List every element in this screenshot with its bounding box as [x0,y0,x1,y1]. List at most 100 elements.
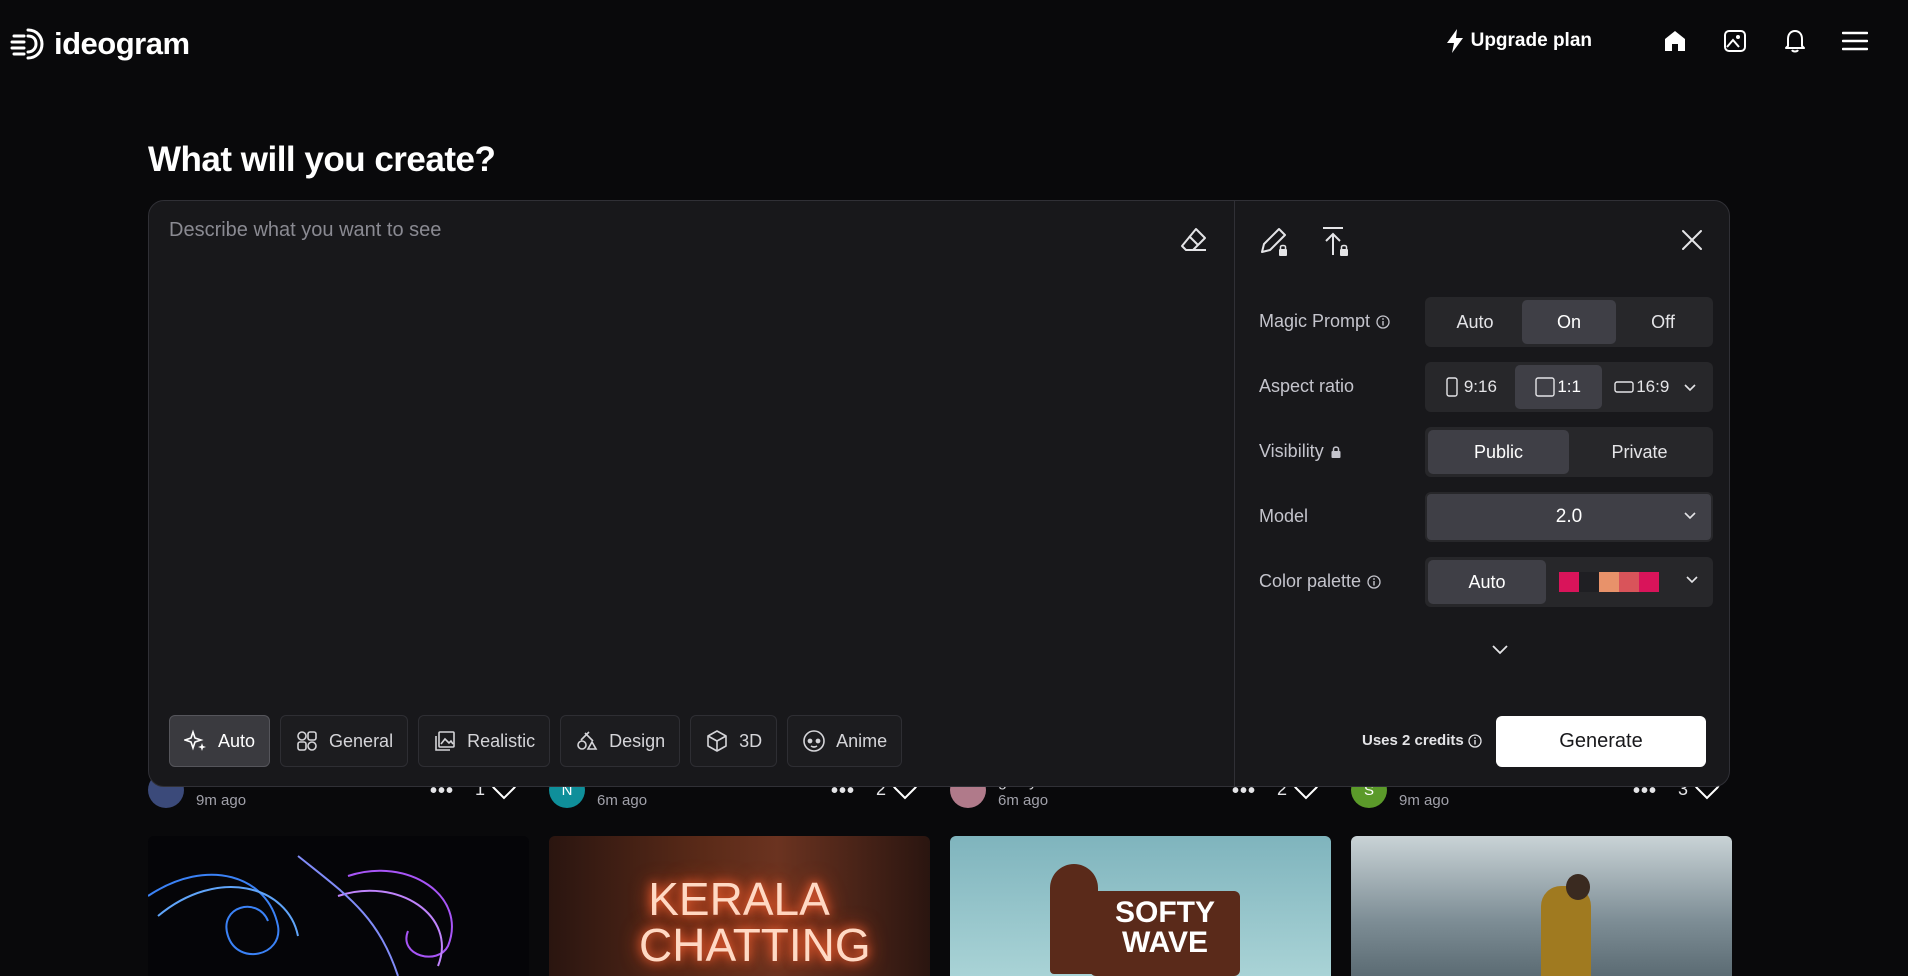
visibility-toggle: Public Private [1425,427,1713,477]
close-settings-button[interactable] [1679,227,1705,253]
menu-button[interactable] [1840,26,1870,56]
home-button[interactable] [1660,26,1690,56]
page-title: What will you create? [148,140,496,179]
home-icon [1665,31,1685,51]
upload-locked-button[interactable] [1319,225,1353,259]
model-text: Model [1259,506,1309,526]
style-label: Auto [218,730,256,751]
grid-icon [297,731,317,751]
magic-prompt-off-option[interactable]: Off [1616,300,1710,344]
prompt-area: Auto General Realistic Design 3D Anime [149,201,1234,786]
style-label: 3D [739,730,763,751]
model-label: Model [1259,506,1308,527]
aspect-16-9-option[interactable]: 16:9 [1602,365,1710,409]
color-palette-label: Color palette [1259,571,1381,592]
aspect-option-label: 1:1 [1557,377,1581,396]
square-ratio-icon [1535,377,1556,397]
image-icon [1724,30,1746,52]
model-value: 2.0 [1555,506,1583,527]
visibility-public-option[interactable]: Public [1428,430,1569,474]
magic-prompt-auto-option[interactable]: Auto [1428,300,1522,344]
magic-prompt-text: Magic Prompt [1259,311,1371,331]
upgrade-plan-link[interactable]: Upgrade plan [1445,28,1592,54]
lock-icon [1331,445,1341,458]
info-icon[interactable] [1367,574,1381,589]
color-swatch [1639,572,1659,592]
ideogram-logo-icon [10,28,44,60]
visibility-label: Visibility [1259,441,1342,462]
edit-locked-button[interactable] [1257,225,1291,259]
style-selector: Auto General Realistic Design 3D Anime [169,715,903,767]
photos-icon [435,731,455,751]
aspect-ratio-text: Aspect ratio [1259,376,1355,396]
style-label: Anime [836,730,888,751]
feed-image[interactable] [1351,836,1732,976]
generate-button[interactable]: Generate [1496,716,1706,767]
aspect-9-16-option[interactable]: 9:16 [1428,365,1515,409]
feed-image[interactable] [148,836,529,976]
landscape-ratio-icon [1614,381,1634,393]
chevron-down-icon [1684,512,1696,520]
expand-settings-button[interactable] [1488,637,1512,661]
aspect-ratio-label: Aspect ratio [1259,376,1354,397]
info-icon[interactable] [1468,733,1482,748]
color-palette-text: Color palette [1259,571,1362,591]
style-label: Design [609,730,666,751]
clear-prompt-button[interactable] [1179,225,1209,255]
swirl-art-image [148,836,529,976]
feed-image[interactable]: SOFTY WAVE [950,836,1331,976]
ideogram-logo[interactable]: ideogram [10,26,190,62]
shop-sign-text: SOFTY WAVE [1114,896,1215,959]
upgrade-plan-label: Upgrade plan [1470,30,1592,51]
eraser-icon [1181,228,1206,251]
model-select[interactable]: 2.0 [1425,492,1713,542]
design-icon [577,731,598,750]
color-swatch [1559,572,1579,592]
color-palette-selector: Auto [1425,557,1713,607]
my-images-button[interactable] [1720,26,1750,56]
aspect-ratio-selector: 9:16 1:1 16:9 [1425,362,1713,412]
style-3d-button[interactable]: 3D [690,715,778,767]
community-feed: daniela24 9m ago ••• 1 N esther253 6m ag… [148,770,1732,976]
style-realistic-button[interactable]: Realistic [418,715,551,767]
style-anime-button[interactable]: Anime [787,715,903,767]
palette-swatches[interactable] [1559,572,1659,592]
bell-icon [1785,30,1805,53]
color-swatch [1579,572,1599,592]
portrait-ratio-icon [1446,377,1458,397]
magic-prompt-label: Magic Prompt [1259,311,1390,332]
aspect-option-label: 9:16 [1463,377,1497,396]
style-auto-button[interactable]: Auto [169,715,271,767]
aspect-1-1-option[interactable]: 1:1 [1514,365,1602,409]
figure-in-water [1541,886,1591,976]
close-icon [1682,230,1702,250]
style-label: General [329,730,394,751]
logo-text: ideogram [54,26,190,61]
credits-info: Uses 2 credits [1362,732,1482,749]
color-swatch [1619,572,1639,592]
palette-auto-option[interactable]: Auto [1428,560,1546,604]
top-navigation-bar: ideogram Upgrade plan [0,0,1908,92]
upload-lock-icon [1323,227,1348,256]
credits-label: Uses 2 credits [1362,732,1464,749]
feed-image[interactable]: KERALA CHATTING [549,836,930,976]
style-general-button[interactable]: General [280,715,409,767]
chevron-down-icon[interactable] [1685,574,1699,584]
anime-face-icon [803,730,825,752]
magic-prompt-on-option[interactable]: On [1522,300,1616,344]
visibility-text: Visibility [1259,441,1324,461]
figure-head [1566,874,1590,900]
hamburger-menu-icon [1842,31,1868,51]
prompt-input[interactable] [169,219,1149,639]
info-icon[interactable] [1376,314,1390,329]
neon-sign-text: KERALA CHATTING [639,873,871,971]
chevron-down-icon[interactable] [1683,382,1697,392]
settings-panel: Magic Prompt Auto On Off Aspect ratio 9:… [1235,201,1729,786]
visibility-private-option[interactable]: Private [1569,430,1710,474]
post-time: 6m ago [597,792,648,809]
notifications-button[interactable] [1780,26,1810,56]
aspect-option-label: 16:9 [1636,377,1670,396]
color-swatch [1599,572,1619,592]
style-design-button[interactable]: Design [560,715,681,767]
magic-prompt-toggle: Auto On Off [1425,297,1713,347]
